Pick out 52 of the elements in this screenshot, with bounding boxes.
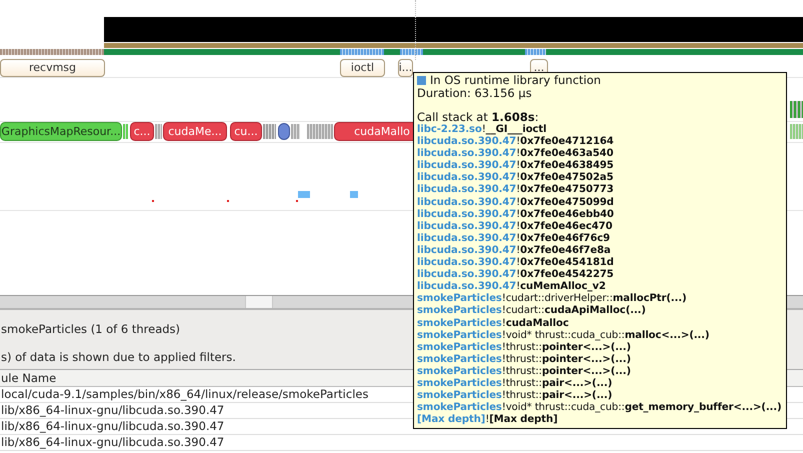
stack-frame: smokeParticles!cudart::cudaApiMalloc(...) [417,305,782,318]
event-marker [296,200,298,202]
stack-frame: libcuda.so.390.47!0x7fe0e4638495 [417,160,782,172]
event-marker [227,200,229,202]
table-cell: lib/x86_64-linux-gnu/libcuda.so.390.47 [0,435,803,451]
stack-frame: libcuda.so.390.47!0x7fe0e47502a5 [417,172,782,184]
stack-frame: smokeParticles!thrust::pointer<...>(...) [417,342,782,354]
event-marker [298,191,310,198]
stack-frame: libcuda.so.390.47!0x7fe0e4750773 [417,184,782,197]
scrollbar-thumb[interactable] [245,296,273,308]
cuda-api-range[interactable]: GraphicsMapResour... [0,122,122,141]
stack-frame: libcuda.so.390.47!0x7fe0e46ebb40 [417,208,782,221]
cuda-api-range[interactable]: cu... [230,122,262,141]
stack-frame: libcuda.so.390.47!0x7fe0e475099d [417,196,782,209]
stack-frame: smokeParticles!thrust::pointer<...>(...) [417,354,782,366]
api-call-marker [790,101,803,118]
cursor-guide-line [415,0,416,60]
stack-frame: libcuda.so.390.47!0x7fe0e463a540 [417,148,782,160]
os-call-marker [400,49,423,55]
os-runtime-range[interactable]: ioctl [340,59,385,77]
stack-frame: libcuda.so.390.47!0x7fe0e46ec470 [417,220,782,233]
stack-frame: libcuda.so.390.47!0x7fe0e454181d [417,257,782,270]
api-call-marker [278,123,290,140]
tooltip-title: In OS runtime library function [430,74,601,87]
filter-note: s) of data is shown due to applied filters. [1,350,236,366]
call-stack-heading: Call stack at 1.608s: [417,111,540,124]
api-call-marker [790,124,803,139]
stack-frame: smokeParticles!void* thrust::cuda_cub::malloc<...>(...) [417,330,782,342]
os-runtime-range[interactable]: i... [398,59,413,77]
os-runtime-icon [417,76,426,85]
event-marker [152,200,154,202]
stack-frame: smokeParticles!thrust::pair<...>(...) [417,390,782,402]
stack-frame: libcuda.so.390.47!0x7fe0e4542275 [417,269,782,282]
api-call-marker [291,124,300,139]
stack-frame: libcuda.so.390.47!0x7fe0e46f7e8a [417,244,782,258]
api-call-marker [123,124,128,139]
cuda-api-range[interactable]: c... [130,122,154,141]
stack-frame: smokeParticles!cudaMalloc [417,318,782,330]
stack-frame: libcuda.so.390.47!cuMemAlloc_v2 [417,281,782,294]
cuda-api-range[interactable]: cudaMe... [163,122,227,141]
stack-frame: libcuda.so.390.47!0x7fe0e46f76c9 [417,232,782,245]
os-runtime-range[interactable]: recvmsg [0,59,105,77]
duration-text: Duration: 63.156 µs [417,87,532,100]
stack-frame: smokeParticles!void* thrust::cuda_cub::get_memory_buffer<...>(...) [417,402,782,414]
os-call-marker [525,49,546,55]
api-call-marker [307,124,333,139]
event-marker [350,191,358,198]
api-call-marker [263,124,276,139]
os-call-marker [340,49,384,55]
thread-info: smokeParticles (1 of 6 threads) [1,322,180,338]
stack-frame: smokeParticles!cudart::driverHelper::mallocPtr(...) [417,293,782,306]
api-call-marker [155,124,162,139]
